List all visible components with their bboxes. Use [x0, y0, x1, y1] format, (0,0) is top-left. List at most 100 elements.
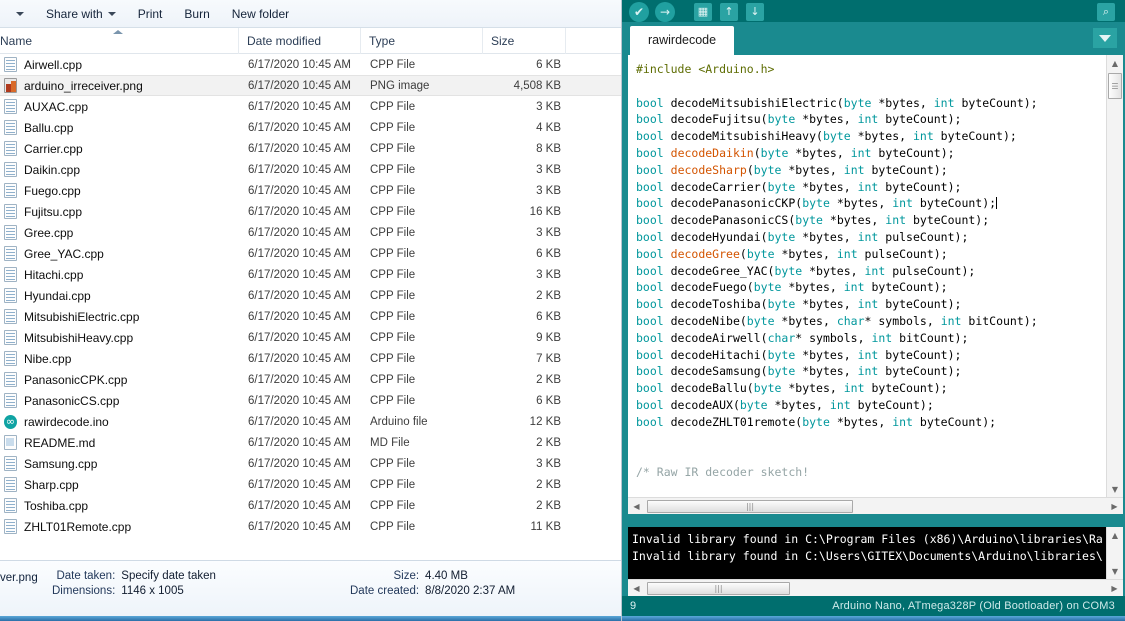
- ide-panel-gap: [622, 514, 1125, 527]
- file-row[interactable]: rawirdecode.ino 6/17/2020 10:45 AM Arduino…: [0, 411, 621, 432]
- code-token: (: [739, 246, 747, 261]
- file-row[interactable]: Gree.cpp 6/17/2020 10:45 AM CPP File 3 KB: [0, 222, 621, 243]
- file-type-cell: Arduino file: [370, 415, 428, 428]
- code-token: int: [857, 112, 879, 127]
- code-token: bool: [636, 330, 664, 345]
- vertical-scroll-thumb[interactable]: ☰: [1108, 73, 1122, 99]
- console-scroll-right-arrow-icon[interactable]: ▶: [1106, 580, 1123, 596]
- tab-rawirdecode[interactable]: rawirdecode: [630, 26, 735, 55]
- code-token: byteCount);: [933, 129, 1017, 144]
- scroll-down-arrow-icon[interactable]: ▼: [1107, 481, 1124, 497]
- magnifier-icon: ⌕: [1097, 2, 1115, 21]
- scroll-up-arrow-icon[interactable]: ▲: [1107, 55, 1124, 71]
- file-name-cell: Daikin.cpp: [0, 162, 248, 177]
- upload-button[interactable]: →: [652, 1, 678, 22]
- file-row[interactable]: Fujitsu.cpp 6/17/2020 10:45 AM CPP File 16 …: [0, 201, 621, 222]
- column-header-name-label: Name: [0, 33, 33, 48]
- burn-button[interactable]: Burn: [174, 3, 219, 25]
- organize-dropdown-button[interactable]: [6, 8, 34, 20]
- open-sketch-button[interactable]: ↑: [716, 1, 742, 22]
- editor-vertical-scrollbar[interactable]: ▲ ☰ ▼: [1106, 55, 1123, 497]
- code-text[interactable]: #include <Arduino.h> bool decodeMitsubis…: [628, 55, 1106, 497]
- file-name-cell: ZHLT01Remote.cpp: [0, 519, 248, 534]
- file-name-cell: Sharp.cpp: [0, 477, 248, 492]
- file-name-label: MitsubishiHeavy.cpp: [24, 330, 134, 345]
- code-token: decodeCarrier(: [663, 179, 768, 194]
- file-date-modified-cell: 6/17/2020 10:45 AM: [248, 520, 351, 533]
- file-size-cell: 6 KB: [536, 58, 561, 71]
- console-scroll-left-arrow-icon[interactable]: ◀: [628, 580, 645, 596]
- console-scroll-down-arrow-icon[interactable]: ▼: [1107, 563, 1124, 579]
- file-name-label: Hitachi.cpp: [24, 267, 84, 282]
- file-list[interactable]: Airwell.cpp 6/17/2020 10:45 AM CPP File 6 K…: [0, 54, 621, 560]
- file-row[interactable]: Fuego.cpp 6/17/2020 10:45 AM CPP File 3 KB: [0, 180, 621, 201]
- file-row[interactable]: Hitachi.cpp 6/17/2020 10:45 AM CPP File 3 K…: [0, 264, 621, 285]
- file-name-cell: Hyundai.cpp: [0, 288, 248, 303]
- serial-monitor-button[interactable]: ⌕: [1093, 1, 1119, 22]
- file-name-label: README.md: [24, 435, 96, 450]
- console-horizontal-scrollbar[interactable]: ◀ ||| ▶: [628, 579, 1123, 596]
- file-row[interactable]: Airwell.cpp 6/17/2020 10:45 AM CPP File 6 K…: [0, 54, 621, 75]
- console-horizontal-scroll-thumb[interactable]: |||: [647, 581, 790, 595]
- code-token: bool: [636, 129, 664, 144]
- code-token: byte: [767, 297, 796, 312]
- file-row[interactable]: Toshiba.cpp 6/17/2020 10:45 AM CPP File 2 K…: [0, 495, 621, 516]
- new-sketch-button[interactable]: ▦: [690, 1, 716, 22]
- file-row[interactable]: ZHLT01Remote.cpp 6/17/2020 10:45 AM CPP Fi…: [0, 516, 621, 537]
- share-with-button[interactable]: Share with: [36, 3, 126, 25]
- new-folder-button[interactable]: New folder: [222, 3, 299, 25]
- file-row[interactable]: Gree_YAC.cpp 6/17/2020 10:45 AM CPP File 6 …: [0, 243, 621, 264]
- column-header-date-modified[interactable]: Date modified: [239, 27, 361, 54]
- code-token: int: [850, 145, 872, 160]
- code-token: bool: [636, 229, 664, 244]
- file-row[interactable]: Sharp.cpp 6/17/2020 10:45 AM CPP File 2 KB: [0, 474, 621, 495]
- print-button[interactable]: Print: [128, 3, 173, 25]
- code-token: byte: [746, 246, 775, 261]
- file-row[interactable]: PanasonicCPK.cpp 6/17/2020 10:45 AM CPP Fi…: [0, 369, 621, 390]
- file-type-cell: CPP File: [370, 184, 416, 197]
- column-header-size[interactable]: Size: [483, 27, 566, 54]
- code-line: bool decodeAUX(byte *bytes, int byteCoun…: [636, 397, 1106, 414]
- code-token: decodeMitsubishiHeavy(: [663, 129, 823, 144]
- file-row[interactable]: PanasonicCS.cpp 6/17/2020 10:45 AM CPP Fil…: [0, 390, 621, 411]
- sketch-tab-bar: rawirdecode: [622, 22, 1125, 55]
- explorer-window-bottom-edge: [0, 616, 621, 621]
- file-row[interactable]: MitsubishiHeavy.cpp 6/17/2020 10:45 AM CPP…: [0, 327, 621, 348]
- code-token: *bytes,: [871, 95, 934, 110]
- editor-horizontal-scrollbar[interactable]: ◀ ||| ▶: [628, 497, 1123, 514]
- file-row[interactable]: Daikin.cpp 6/17/2020 10:45 AM CPP File 3 KB: [0, 159, 621, 180]
- console-scroll-up-arrow-icon[interactable]: ▲: [1107, 527, 1124, 543]
- verify-button[interactable]: ✔: [626, 1, 652, 22]
- file-name-label: Hyundai.cpp: [24, 288, 91, 303]
- tab-menu-button[interactable]: [1093, 28, 1117, 48]
- file-row[interactable]: Samsung.cpp 6/17/2020 10:45 AM CPP File 3 K…: [0, 453, 621, 474]
- file-row[interactable]: MitsubishiElectric.cpp 6/17/2020 10:45 AM…: [0, 306, 621, 327]
- file-date-modified-cell: 6/17/2020 10:45 AM: [248, 142, 351, 155]
- file-row[interactable]: Hyundai.cpp 6/17/2020 10:45 AM CPP File 2 K…: [0, 285, 621, 306]
- save-sketch-button[interactable]: ↓: [742, 1, 768, 22]
- console-vertical-scrollbar[interactable]: ▲ ▼: [1106, 527, 1123, 579]
- code-token: byteCount);: [864, 381, 948, 396]
- file-row[interactable]: Carrier.cpp 6/17/2020 10:45 AM CPP File 8 K…: [0, 138, 621, 159]
- code-token: *bytes,: [781, 280, 844, 295]
- board-info-label[interactable]: Arduino Nano, ATmega328P (Old Bootloader…: [832, 600, 1115, 612]
- file-row[interactable]: AUXAC.cpp 6/17/2020 10:45 AM CPP File 3 KB: [0, 96, 621, 117]
- code-token: byteCount);: [912, 196, 997, 211]
- code-token: decodeBallu(: [663, 381, 754, 396]
- console-output-panel[interactable]: Invalid library found in C:\Program File…: [628, 527, 1123, 579]
- file-row[interactable]: README.md 6/17/2020 10:45 AM MD File 2 KB: [0, 432, 621, 453]
- code-token: bool: [636, 280, 664, 295]
- date-taken-value[interactable]: Specify date taken: [121, 570, 216, 582]
- file-date-modified-cell: 6/17/2020 10:45 AM: [248, 268, 351, 281]
- file-row[interactable]: arduino_irreceiver.png 6/17/2020 10:45 AM…: [0, 75, 621, 96]
- scroll-right-arrow-icon[interactable]: ▶: [1106, 498, 1123, 514]
- column-header-type[interactable]: Type: [361, 27, 483, 54]
- file-row[interactable]: Ballu.cpp 6/17/2020 10:45 AM CPP File 4 KB: [0, 117, 621, 138]
- cpp-file-icon: [4, 225, 17, 240]
- code-editor[interactable]: #include <Arduino.h> bool decodeMitsubis…: [628, 55, 1123, 497]
- scroll-left-arrow-icon[interactable]: ◀: [628, 498, 645, 514]
- code-token: byteCount);: [878, 179, 962, 194]
- file-row[interactable]: Nibe.cpp 6/17/2020 10:45 AM CPP File 7 KB: [0, 348, 621, 369]
- horizontal-scroll-thumb[interactable]: |||: [647, 499, 853, 513]
- column-header-name[interactable]: Name: [0, 27, 239, 54]
